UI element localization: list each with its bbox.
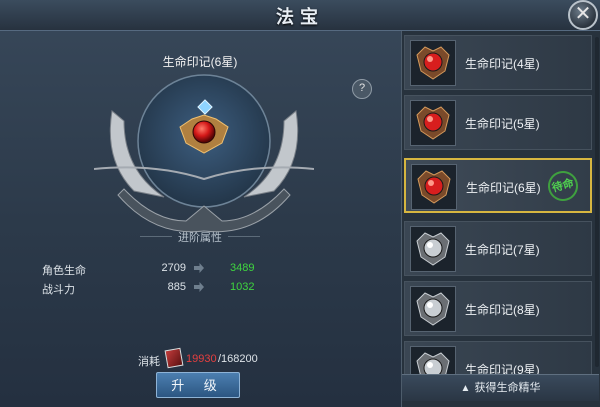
list-item-name: 生命印记(4星) xyxy=(465,57,540,71)
window-title: 法宝 xyxy=(276,7,324,28)
item-list-panel: 生命印记(4星) 生命印记(5星) 生命印记(6星) 待命生命印记(7星) 生命印记(8… xyxy=(401,31,600,407)
cost-label: 消耗 xyxy=(138,356,160,368)
red-gem-icon xyxy=(416,106,450,140)
stat-current: 885 xyxy=(167,281,186,293)
item-slot xyxy=(410,100,456,146)
list-item-name: 生命印记(7星) xyxy=(465,243,540,257)
stat-next: 1032 xyxy=(230,281,255,293)
obtain-essence-button[interactable]: ▲ 获得生命精华 xyxy=(402,374,599,401)
silver-gem-icon xyxy=(416,292,450,326)
item-slot xyxy=(410,286,456,332)
list-item[interactable]: 生命印记(4星) xyxy=(404,35,592,90)
arrow-right-icon xyxy=(194,263,204,273)
list-item-name: 生命印记(8星) xyxy=(465,303,540,317)
item-slot xyxy=(411,164,457,210)
list-item[interactable]: 生命印记(8星) xyxy=(404,281,592,336)
divider-right xyxy=(228,236,260,237)
list-item-name: 生命印记(6星) xyxy=(466,181,541,195)
list-item-name: 生命印记(5星) xyxy=(465,117,540,131)
red-gem-icon xyxy=(416,46,450,80)
equipped-badge: 待命 xyxy=(544,167,582,205)
life-essence-icon xyxy=(164,347,184,369)
stat-label: 角色生命 xyxy=(42,265,86,277)
item-title: 生命印记(6星) xyxy=(162,55,238,69)
list-item[interactable]: 生命印记(6星) 待命 xyxy=(404,158,592,213)
red-gem-icon xyxy=(417,170,451,204)
cost-total: /168200 xyxy=(218,353,258,365)
stat-label: 战斗力 xyxy=(42,284,75,296)
item-slot xyxy=(410,226,456,272)
close-button[interactable]: ✕ xyxy=(568,0,598,30)
detail-panel: 生命印记(6星) ? 进阶属性 角色生命 2709 3489 战斗力 885 1… xyxy=(0,31,400,407)
item-slot xyxy=(410,40,456,86)
list-item[interactable]: 生命印记(7星) xyxy=(404,221,592,276)
stat-row-power: 战斗力 885 1032 xyxy=(42,281,342,297)
artifact-window: 法宝 ✕ 生命印记(6星) ? 进阶属性 角色生命 2709 3489 战斗力 … xyxy=(0,0,600,407)
title-bar: 法宝 ✕ xyxy=(0,0,600,31)
list-item[interactable]: 生命印记(5星) xyxy=(404,95,592,150)
silver-gem-icon xyxy=(416,232,450,266)
cost-current: 19930 xyxy=(186,353,217,365)
obtain-label: 获得生命精华 xyxy=(474,382,541,394)
stat-next: 3489 xyxy=(230,262,255,274)
help-button[interactable]: ? xyxy=(352,79,372,99)
advanced-attributes-label: 进阶属性 xyxy=(178,232,222,244)
chevron-up-icon: ▲ xyxy=(460,383,471,394)
stat-row-hp: 角色生命 2709 3489 xyxy=(42,262,342,278)
stat-current: 2709 xyxy=(161,262,186,274)
arrow-right-icon xyxy=(194,282,204,292)
crossed-swords-icon: ✕ xyxy=(574,3,592,25)
upgrade-button[interactable]: 升 级 xyxy=(156,372,240,398)
list-scrollbar[interactable] xyxy=(595,37,599,367)
